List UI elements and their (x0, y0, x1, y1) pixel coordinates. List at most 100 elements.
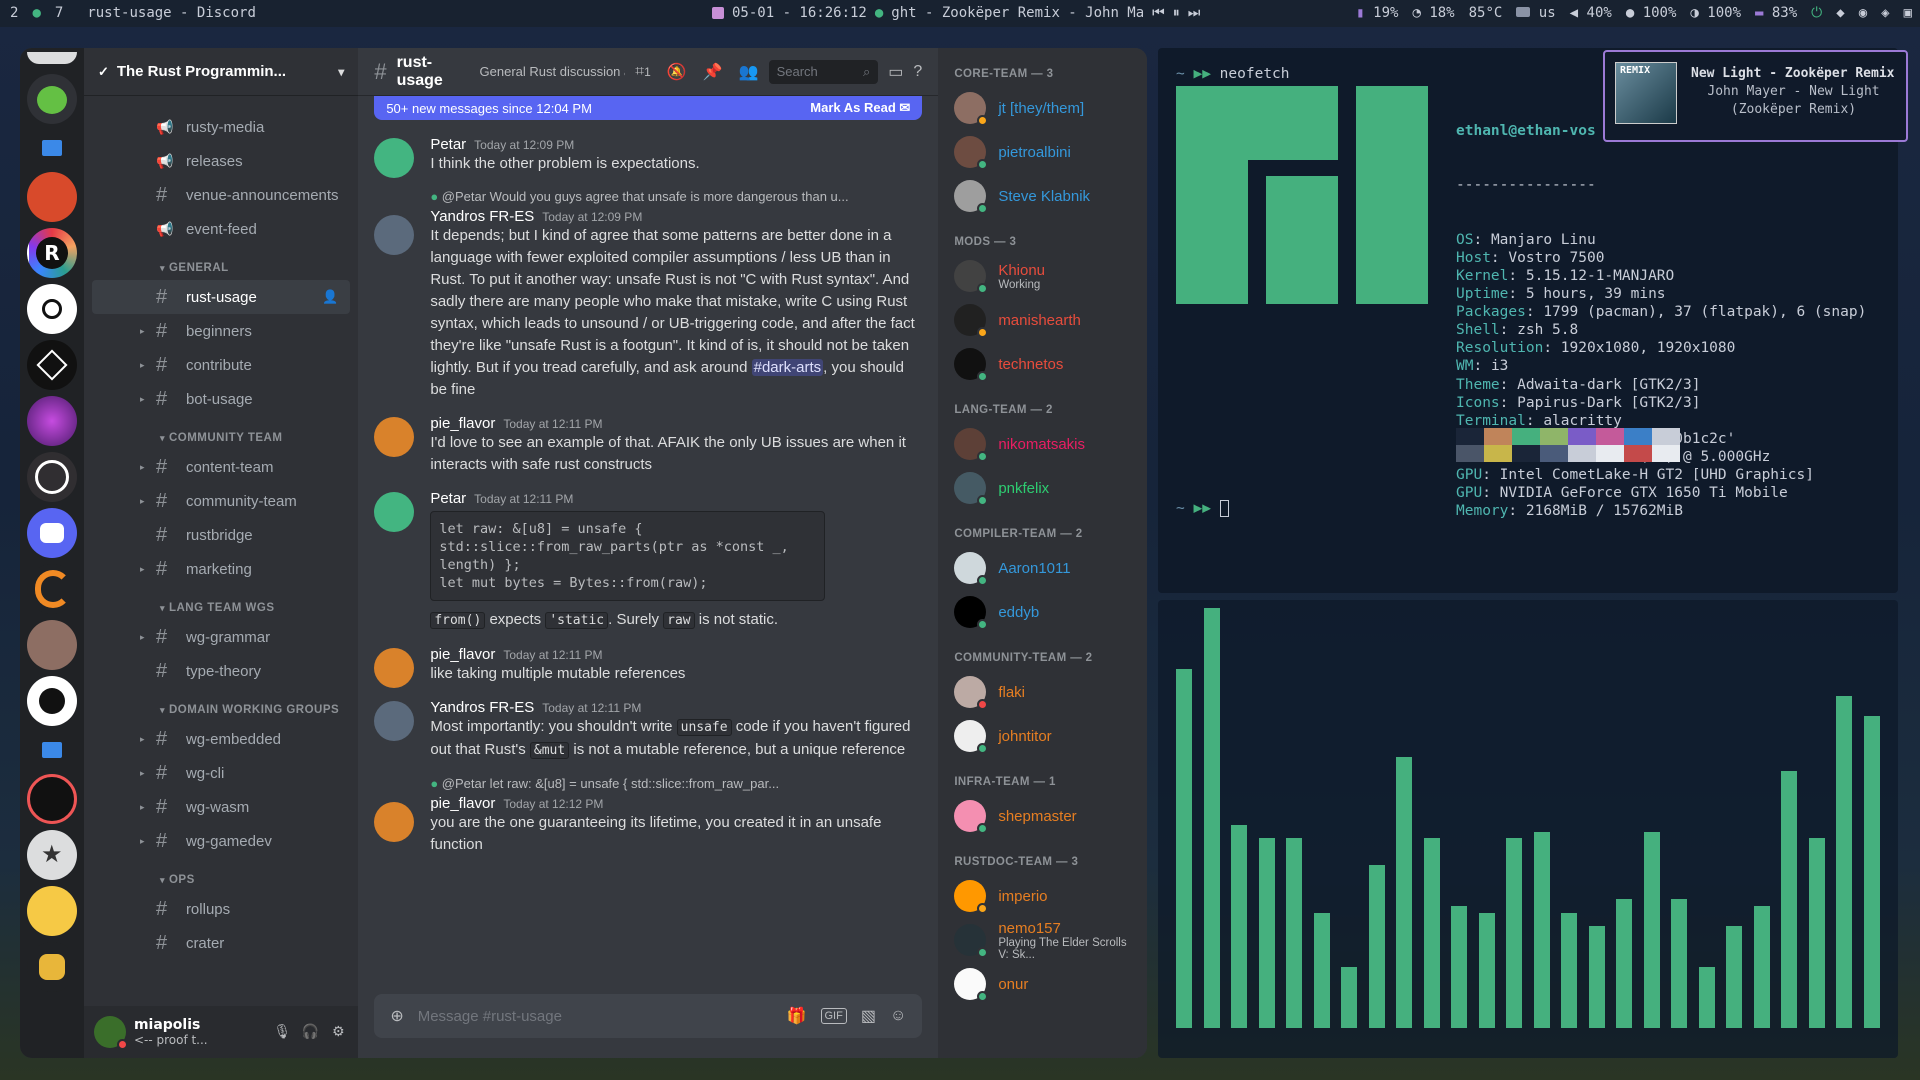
inbox-icon[interactable]: ▭ (888, 62, 903, 82)
message[interactable]: Petar Today at 12:11 PM let raw: &[u8] = u… (374, 490, 922, 632)
microphone[interactable]: ● 100% (1626, 5, 1677, 21)
server-icon-green-creature[interactable] (26, 74, 77, 124)
message-avatar[interactable] (374, 138, 415, 178)
media-notification[interactable]: REMIX New Light - Zookëper Remix John Ma… (1603, 50, 1908, 142)
message-author[interactable]: Petar (430, 136, 466, 153)
mark-as-read-button[interactable]: Mark As Read ✉ (810, 100, 910, 116)
channel-item[interactable]: # rollups (84, 892, 358, 926)
gift-icon[interactable]: 🎁 (787, 1006, 807, 1026)
member-item[interactable]: nemo157 Playing The Elder Scrolls V: Sk..… (954, 918, 1139, 962)
search-input[interactable]: Search ⌕ (768, 59, 879, 84)
member-item[interactable]: technetos (954, 342, 1139, 386)
channel-item[interactable]: ▸ # wg-grammar (84, 620, 358, 654)
help-icon[interactable]: ? (913, 63, 922, 81)
server-icon-cube[interactable] (26, 340, 77, 390)
member-item[interactable]: johntitor (954, 714, 1139, 758)
channel-item[interactable]: ▸ # wg-embedded (84, 722, 358, 756)
channel-item[interactable]: ▸ # contribute (84, 348, 358, 382)
channel-item[interactable]: ▸ # wg-gamedev (84, 824, 358, 858)
channel-item[interactable]: # crater (84, 926, 358, 960)
message-avatar[interactable] (374, 417, 415, 457)
member-item[interactable]: Aaron1011 (954, 546, 1139, 590)
member-item[interactable]: imperio (954, 874, 1139, 918)
reply-preview[interactable]: ● @Petar Would you guys agree that unsaf… (430, 189, 922, 204)
member-list-icon[interactable]: 👥 (739, 62, 759, 82)
new-messages-banner[interactable]: 50+ new messages since 12:04 PM Mark As … (374, 96, 923, 120)
server-icon-person[interactable] (26, 620, 77, 670)
notification-mute-icon[interactable]: 🔕 (667, 62, 687, 82)
member-item[interactable]: shepmaster (954, 794, 1139, 838)
message[interactable]: ● @Petar Would you guys agree that unsaf… (374, 189, 922, 401)
message-author[interactable]: Yandros FR-ES (430, 208, 534, 225)
server-folder-1[interactable] (27, 130, 77, 166)
channel-category[interactable]: ▾ OPS (84, 858, 358, 892)
reply-preview[interactable]: ● @Petar let raw: &[u8] = unsafe { std::… (430, 776, 922, 791)
tray-icon-1[interactable]: ◆ (1836, 5, 1844, 21)
user-avatar[interactable] (93, 1016, 128, 1050)
microphone-icon[interactable]: 🎙 (272, 1022, 292, 1042)
message-author[interactable]: pie_flavor (430, 646, 495, 663)
channel-category[interactable]: ▾ GENERAL (84, 246, 358, 280)
member-item[interactable]: Steve Klabnik (954, 174, 1139, 218)
workspace-7[interactable]: 7 (55, 5, 63, 21)
server-icon-rust[interactable]: R (26, 228, 77, 278)
message-input[interactable]: Message #rust-usage (418, 1008, 773, 1025)
server-icon-obs[interactable] (26, 452, 77, 502)
add-member-icon[interactable]: 👤 (322, 289, 338, 305)
sticker-icon[interactable]: ▧ (861, 1006, 876, 1026)
channel-item[interactable]: ▸ # beginners (84, 314, 358, 348)
channel-item[interactable]: ▸ # bot-usage (84, 382, 358, 416)
channel-item[interactable]: # venue-announcements (84, 178, 358, 212)
channel-item[interactable]: ▸ # content-team (84, 450, 358, 484)
member-item[interactable]: flaki (954, 670, 1139, 714)
member-item[interactable]: onur (954, 962, 1139, 1006)
server-icon-ac[interactable] (26, 774, 77, 824)
server-icon-yellow[interactable] (26, 886, 77, 936)
pin-icon[interactable]: 📌 (703, 62, 723, 82)
volume[interactable]: ◀ 40% (1570, 5, 1612, 21)
message[interactable]: Yandros FR-ES Today at 12:11 PM Most impor… (374, 699, 922, 762)
channel-item[interactable]: ▸ # wg-wasm (84, 790, 358, 824)
headphones-icon[interactable]: 🎧 (300, 1022, 320, 1042)
server-folder-2[interactable] (27, 732, 77, 768)
server-icon-bird[interactable] (26, 676, 77, 726)
tray-icon-4[interactable]: ▣ (1904, 5, 1912, 21)
server-icon-purple-orb[interactable] (26, 396, 77, 446)
power-icon[interactable]: ⏻ (1811, 5, 1822, 21)
message-avatar[interactable] (374, 701, 415, 741)
message[interactable]: Petar Today at 12:09 PM I think the other … (374, 136, 922, 178)
server-icon-bot-yellow[interactable] (26, 942, 77, 992)
member-item[interactable]: pietroalbini (954, 130, 1139, 174)
message[interactable]: pie_flavor Today at 12:11 PM I'd love to s… (374, 415, 922, 476)
channel-item[interactable]: ▸ # community-team (84, 484, 358, 518)
previous-track-icon[interactable]: ⏮ (1152, 5, 1165, 21)
channel-category[interactable]: ▾ COMMUNITY TEAM (84, 416, 358, 450)
channel-item[interactable]: ▸ # wg-cli (84, 756, 358, 790)
channel-category[interactable]: ▾ DOMAIN WORKING GROUPS (84, 688, 358, 722)
member-item[interactable]: pnkfelix (954, 466, 1139, 510)
message-composer[interactable]: ⊕ Message #rust-usage 🎁 GIF ▧ ☺ (374, 994, 923, 1038)
message-author[interactable]: pie_flavor (430, 795, 495, 812)
member-item[interactable]: nikomatsakis (954, 422, 1139, 466)
pause-icon[interactable]: ⏸ (1173, 5, 1180, 21)
tray-icon-3[interactable]: ◈ (1881, 5, 1889, 21)
message-avatar[interactable] (374, 492, 415, 532)
channel-item[interactable]: # rust-usage 👤 (91, 280, 351, 314)
workspace-2[interactable]: 2 (10, 5, 18, 21)
message-avatar[interactable] (374, 215, 415, 255)
member-item[interactable]: Khionu Working (954, 254, 1139, 298)
channel-item[interactable]: 📢 event-feed (84, 212, 358, 246)
channel-item[interactable]: ▸ # marketing (84, 552, 358, 586)
member-item[interactable]: jt [they/them] (954, 86, 1139, 130)
message-author[interactable]: Yandros FR-ES (430, 699, 534, 716)
message[interactable]: ● @Petar let raw: &[u8] = unsafe { std::… (374, 776, 922, 856)
threads-icon[interactable]: ⌗1 (635, 63, 651, 81)
channel-item[interactable]: 📢 releases (84, 144, 358, 178)
message-avatar[interactable] (374, 802, 415, 842)
gif-icon[interactable]: GIF (820, 1008, 847, 1024)
discord-tray-icon[interactable]: ◉ (1859, 5, 1867, 21)
settings-gear-icon[interactable]: ⚙ (328, 1022, 348, 1042)
message[interactable]: pie_flavor Today at 12:11 PM like taking m… (374, 646, 922, 688)
emoji-icon[interactable]: ☺ (890, 1007, 906, 1025)
member-item[interactable]: manishearth (954, 298, 1139, 342)
